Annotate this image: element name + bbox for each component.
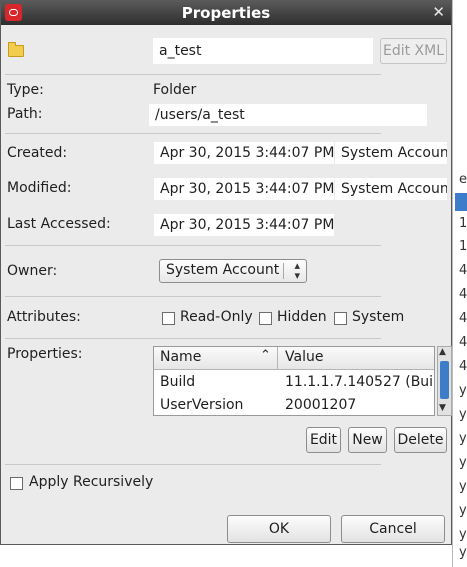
owner-select-value: System Account bbox=[166, 262, 280, 278]
properties-label: Properties: bbox=[7, 346, 83, 362]
properties-dialog: Properties ✕ a_test Edit XML Type: Folde… bbox=[0, 0, 452, 545]
ok-button[interactable]: OK bbox=[227, 515, 331, 543]
background-text: 4 bbox=[459, 359, 467, 374]
system-checkbox[interactable] bbox=[334, 312, 347, 325]
table-scrollbar[interactable]: ▲ ▼ bbox=[437, 346, 452, 416]
background-text: y bbox=[459, 479, 467, 494]
background-text: y bbox=[459, 545, 467, 560]
separator bbox=[5, 296, 381, 297]
up-down-arrows-icon: ▴ ▾ bbox=[294, 259, 300, 282]
column-header-value[interactable]: Value bbox=[285, 349, 323, 365]
created-label: Created: bbox=[7, 145, 68, 161]
separator bbox=[5, 133, 381, 134]
background-text: 1 bbox=[459, 239, 467, 254]
edit-xml-button[interactable]: Edit XML bbox=[380, 38, 447, 64]
column-divider[interactable] bbox=[277, 347, 278, 369]
attributes-label: Attributes: bbox=[7, 309, 81, 325]
column-header-name[interactable]: Name bbox=[160, 349, 201, 365]
property-name: Build bbox=[160, 374, 196, 390]
background-text: y bbox=[459, 383, 467, 398]
apply-recursively-checkbox[interactable] bbox=[10, 477, 23, 490]
background-text: y bbox=[459, 527, 467, 542]
cancel-button[interactable]: Cancel bbox=[341, 515, 445, 543]
folder-icon bbox=[8, 42, 24, 57]
background-text: e bbox=[459, 172, 467, 187]
property-name: UserVersion bbox=[160, 397, 244, 413]
separator bbox=[5, 245, 381, 246]
scroll-up-icon[interactable]: ▲ bbox=[439, 347, 446, 357]
background-text: 4 bbox=[459, 311, 467, 326]
hidden-checkbox[interactable] bbox=[259, 312, 272, 325]
property-value: 20001207 bbox=[285, 397, 357, 413]
background-text: y bbox=[459, 503, 467, 518]
new-button[interactable]: New bbox=[348, 427, 387, 453]
last-accessed-label: Last Accessed: bbox=[7, 216, 111, 232]
table-header: Name ⌃ Value bbox=[154, 347, 434, 370]
type-label: Type: bbox=[7, 82, 44, 98]
read-only-label[interactable]: Read-Only bbox=[180, 309, 253, 325]
modified-value: Apr 30, 2015 3:44:07 PM bbox=[154, 178, 334, 200]
select-divider bbox=[283, 263, 284, 279]
edit-button[interactable]: Edit bbox=[306, 427, 341, 453]
table-row[interactable]: UserVersion 20001207 bbox=[154, 394, 434, 415]
created-value: Apr 30, 2015 3:44:07 PM bbox=[154, 142, 334, 164]
owner-label: Owner: bbox=[7, 263, 58, 279]
sort-ascending-icon[interactable]: ⌃ bbox=[260, 348, 271, 363]
background-window: e 1 1 4 4 4 4 4 y y y y y y y y bbox=[452, 0, 467, 567]
created-by-value: System Account bbox=[335, 142, 447, 164]
properties-table: Name ⌃ Value Build 11.1.1.7.140527 (Buil… bbox=[153, 346, 435, 416]
path-label: Path: bbox=[7, 106, 43, 122]
last-accessed-value: Apr 30, 2015 3:44:07 PM bbox=[154, 214, 334, 236]
background-text: 4 bbox=[459, 263, 467, 278]
dialog-title: Properties bbox=[181, 4, 271, 22]
background-text: y bbox=[459, 455, 467, 470]
type-value: Folder bbox=[153, 82, 197, 98]
background-text: y bbox=[459, 407, 467, 422]
background-text: 1 bbox=[459, 216, 467, 231]
separator bbox=[5, 464, 381, 465]
property-value: 11.1.1.7.140527 (Buil bbox=[285, 374, 433, 390]
delete-button[interactable]: Delete bbox=[394, 427, 447, 453]
scrollbar-thumb[interactable] bbox=[440, 361, 449, 399]
name-input[interactable]: a_test bbox=[153, 38, 373, 64]
read-only-checkbox[interactable] bbox=[162, 312, 175, 325]
background-text: 4 bbox=[459, 335, 467, 350]
path-value: /users/a_test bbox=[149, 104, 427, 126]
modified-label: Modified: bbox=[7, 180, 72, 196]
table-row[interactable]: Build 11.1.1.7.140527 (Buil bbox=[154, 371, 434, 394]
title-bar[interactable]: Properties ✕ bbox=[1, 1, 451, 25]
background-text: 4 bbox=[459, 287, 467, 302]
modified-by-value: System Account bbox=[335, 178, 447, 200]
separator bbox=[5, 338, 381, 339]
hidden-label[interactable]: Hidden bbox=[277, 309, 327, 325]
background-selection bbox=[455, 193, 467, 211]
apply-recursively-label[interactable]: Apply Recursively bbox=[29, 474, 153, 490]
scroll-down-icon[interactable]: ▼ bbox=[439, 403, 446, 413]
background-text: y bbox=[459, 431, 467, 446]
system-label[interactable]: System bbox=[352, 309, 404, 325]
owner-select[interactable]: System Account ▴ ▾ bbox=[159, 259, 307, 283]
separator bbox=[5, 74, 381, 75]
close-icon[interactable]: ✕ bbox=[432, 3, 445, 21]
